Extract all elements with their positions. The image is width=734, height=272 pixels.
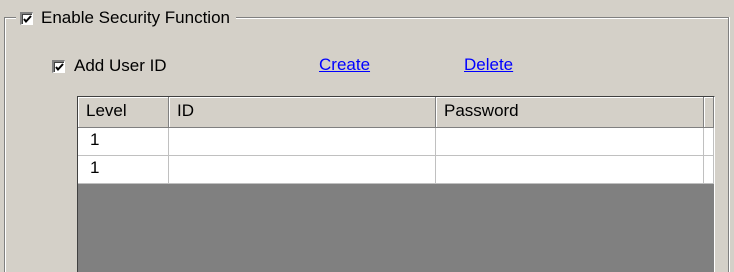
- column-header-level[interactable]: Level: [78, 97, 169, 128]
- column-header-filler: [704, 97, 714, 128]
- add-user-id-checkbox[interactable]: Add User ID: [52, 54, 167, 78]
- groupbox-border: [5, 18, 6, 272]
- column-header-id[interactable]: ID: [169, 97, 436, 128]
- table-row[interactable]: 1: [78, 128, 714, 156]
- user-id-table: Level ID Password 1 1: [77, 96, 715, 272]
- cell-level[interactable]: 1: [78, 156, 169, 184]
- checkmark-icon: [23, 14, 32, 23]
- cell-id[interactable]: [169, 128, 436, 156]
- create-link[interactable]: Create: [319, 55, 370, 75]
- cell-filler: [704, 156, 714, 184]
- cell-password[interactable]: [436, 128, 704, 156]
- table-row[interactable]: 1: [78, 156, 714, 184]
- cell-id[interactable]: [169, 156, 436, 184]
- enable-security-checkbox[interactable]: Enable Security Function: [16, 6, 236, 30]
- groupbox-border: [729, 17, 730, 272]
- checkmark-icon: [55, 62, 64, 71]
- cell-filler: [704, 128, 714, 156]
- table-header: Level ID Password: [78, 97, 714, 128]
- delete-link[interactable]: Delete: [464, 55, 513, 75]
- enable-security-checkbox-box[interactable]: [20, 11, 33, 25]
- enable-security-label: Enable Security Function: [41, 8, 230, 27]
- cell-password[interactable]: [436, 156, 704, 184]
- column-header-password[interactable]: Password: [436, 97, 704, 128]
- add-user-id-label: Add User ID: [74, 56, 167, 75]
- cell-level[interactable]: 1: [78, 128, 169, 156]
- add-user-id-checkbox-box[interactable]: [52, 59, 65, 73]
